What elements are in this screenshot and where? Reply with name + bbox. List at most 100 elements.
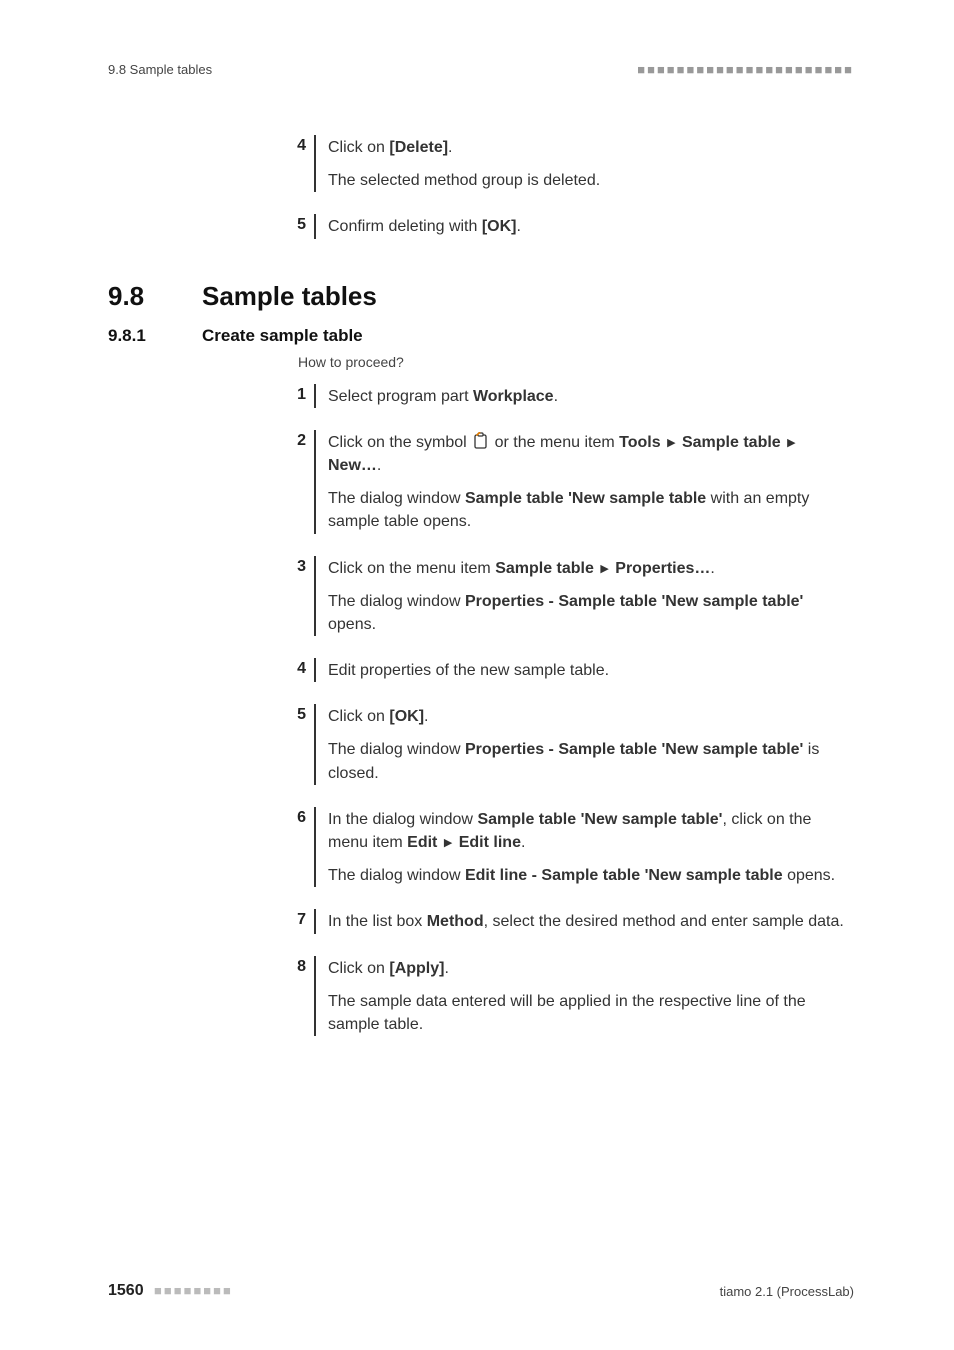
header-section-label: 9.8 Sample tables: [108, 62, 212, 77]
text: .: [710, 560, 714, 577]
step-body: Select program part Workplace.: [328, 384, 854, 408]
step-number-gutter: 2: [108, 430, 328, 534]
text: In the list box: [328, 913, 427, 930]
step-number-gutter: 5: [108, 214, 328, 238]
text: or the menu item: [490, 434, 619, 451]
step-number: 7: [296, 909, 316, 933]
step-instruction: Click on [Delete].: [328, 136, 854, 159]
step: 7 In the list box Method, select the desi…: [108, 909, 854, 933]
text: Click on: [328, 708, 389, 725]
bold-text: Properties - Sample table 'New sample ta…: [465, 593, 803, 610]
step-number-gutter: 4: [108, 135, 328, 192]
footer-product-label: tiamo 2.1 (ProcessLab): [720, 1284, 854, 1299]
step-instruction: Click on the symbol or the menu item Too…: [328, 431, 854, 477]
step-number: 5: [296, 214, 316, 238]
step-number: 5: [296, 704, 316, 785]
bold-text: Sample table: [495, 560, 594, 577]
section-title: Sample tables: [202, 281, 377, 312]
step-number: 6: [296, 807, 316, 888]
step-instruction: Select program part Workplace.: [328, 385, 854, 408]
subsection-number: 9.8.1: [108, 326, 202, 346]
text: Select program part: [328, 388, 473, 405]
page-number: 1560: [108, 1282, 144, 1299]
footer-ornament: ■■■■■■■■: [154, 1283, 233, 1298]
step-number: 2: [296, 430, 316, 534]
step-number-gutter: 6: [108, 807, 328, 888]
sample-table-icon: [473, 432, 488, 450]
text: Click on the menu item: [328, 560, 495, 577]
step-instruction: Confirm deleting with [OK].: [328, 215, 854, 238]
text: The dialog window: [328, 741, 465, 758]
menu-path-arrow-icon: ▶: [444, 837, 452, 849]
text: , select the desired method and enter sa…: [484, 913, 844, 930]
step-body: Click on [Delete]. The selected method gr…: [328, 135, 854, 192]
menu-path-arrow-icon: ▶: [600, 563, 608, 575]
step-number-gutter: 7: [108, 909, 328, 933]
step-number: 4: [296, 658, 316, 682]
page-footer: 1560 ■■■■■■■■ tiamo 2.1 (ProcessLab): [108, 1282, 854, 1300]
bold-text: Tools: [619, 434, 660, 451]
step: 4 Click on [Delete]. The selected method g…: [108, 135, 854, 192]
header-ornament: ■■■■■■■■■■■■■■■■■■■■■■: [637, 62, 854, 77]
step-result: The sample data entered will be applied …: [328, 990, 854, 1036]
text: Click on the symbol: [328, 434, 471, 451]
step-number-gutter: 5: [108, 704, 328, 785]
step-number: 8: [296, 956, 316, 1037]
step-result: The dialog window Edit line - Sample tab…: [328, 864, 854, 887]
bold-text: [Delete]: [389, 139, 448, 156]
step-body: Click on [OK]. The dialog window Properti…: [328, 704, 854, 785]
step: 5 Confirm deleting with [OK].: [108, 214, 854, 238]
section-heading: 9.8 Sample tables: [108, 281, 854, 312]
step-result: The dialog window Sample table 'New samp…: [328, 487, 854, 533]
step-number-gutter: 8: [108, 956, 328, 1037]
step-body: Click on the menu item Sample table ▶ Pr…: [328, 556, 854, 637]
step-result: The selected method group is deleted.: [328, 169, 854, 192]
bold-text: [OK]: [389, 708, 424, 725]
text: The dialog window: [328, 867, 465, 884]
bold-text: Edit line - Sample table 'New sample tab…: [465, 867, 783, 884]
step-instruction: Click on the menu item Sample table ▶ Pr…: [328, 557, 854, 580]
page: 9.8 Sample tables ■■■■■■■■■■■■■■■■■■■■■■…: [0, 0, 954, 1350]
step-number-gutter: 4: [108, 658, 328, 682]
step-result: The dialog window Properties - Sample ta…: [328, 738, 854, 784]
text: Edit properties of the new sample table.: [328, 662, 609, 679]
step-instruction: Edit properties of the new sample table.: [328, 659, 854, 682]
step-instruction: Click on [Apply].: [328, 957, 854, 980]
step: 1 Select program part Workplace.: [108, 384, 854, 408]
step-body: Click on the symbol or the menu item Too…: [328, 430, 854, 534]
menu-path-arrow-icon: ▶: [787, 437, 795, 449]
step: 4 Edit properties of the new sample table…: [108, 658, 854, 682]
step-number: 4: [296, 135, 316, 192]
bold-text: Edit line: [459, 834, 521, 851]
step-body: In the list box Method, select the desir…: [328, 909, 854, 933]
bold-text: New…: [328, 457, 377, 474]
text: The dialog window: [328, 490, 465, 507]
bold-text: Sample table 'New sample table: [465, 490, 706, 507]
step-instruction: Click on [OK].: [328, 705, 854, 728]
step: 5 Click on [OK]. The dialog window Propert…: [108, 704, 854, 785]
text: .: [517, 218, 521, 235]
text: .: [377, 457, 381, 474]
text: opens.: [783, 867, 835, 884]
step-body: Confirm deleting with [OK].: [328, 214, 854, 238]
step-body: Edit properties of the new sample table.: [328, 658, 854, 682]
main-steps-container: 1 Select program part Workplace. 2 Click on…: [108, 384, 854, 1037]
step-number: 1: [296, 384, 316, 408]
step-number: 3: [296, 556, 316, 637]
bold-text: Properties…: [615, 560, 710, 577]
bold-text: [OK]: [482, 218, 517, 235]
text: The dialog window: [328, 593, 465, 610]
subsection-heading: 9.8.1 Create sample table: [108, 326, 854, 346]
footer-page-number: 1560 ■■■■■■■■: [108, 1282, 233, 1300]
step-body: In the dialog window Sample table 'New s…: [328, 807, 854, 888]
section-number: 9.8: [108, 281, 202, 312]
step-result: The dialog window Properties - Sample ta…: [328, 590, 854, 636]
how-to-proceed-label: How to proceed?: [298, 354, 854, 370]
step: 6In the dialog window Sample table 'New …: [108, 807, 854, 888]
step-body: Click on [Apply]. The sample data entered…: [328, 956, 854, 1037]
text: .: [424, 708, 428, 725]
text: .: [554, 388, 558, 405]
text: .: [521, 834, 525, 851]
step-instruction: In the list box Method, select the desir…: [328, 910, 854, 933]
text: .: [448, 139, 452, 156]
